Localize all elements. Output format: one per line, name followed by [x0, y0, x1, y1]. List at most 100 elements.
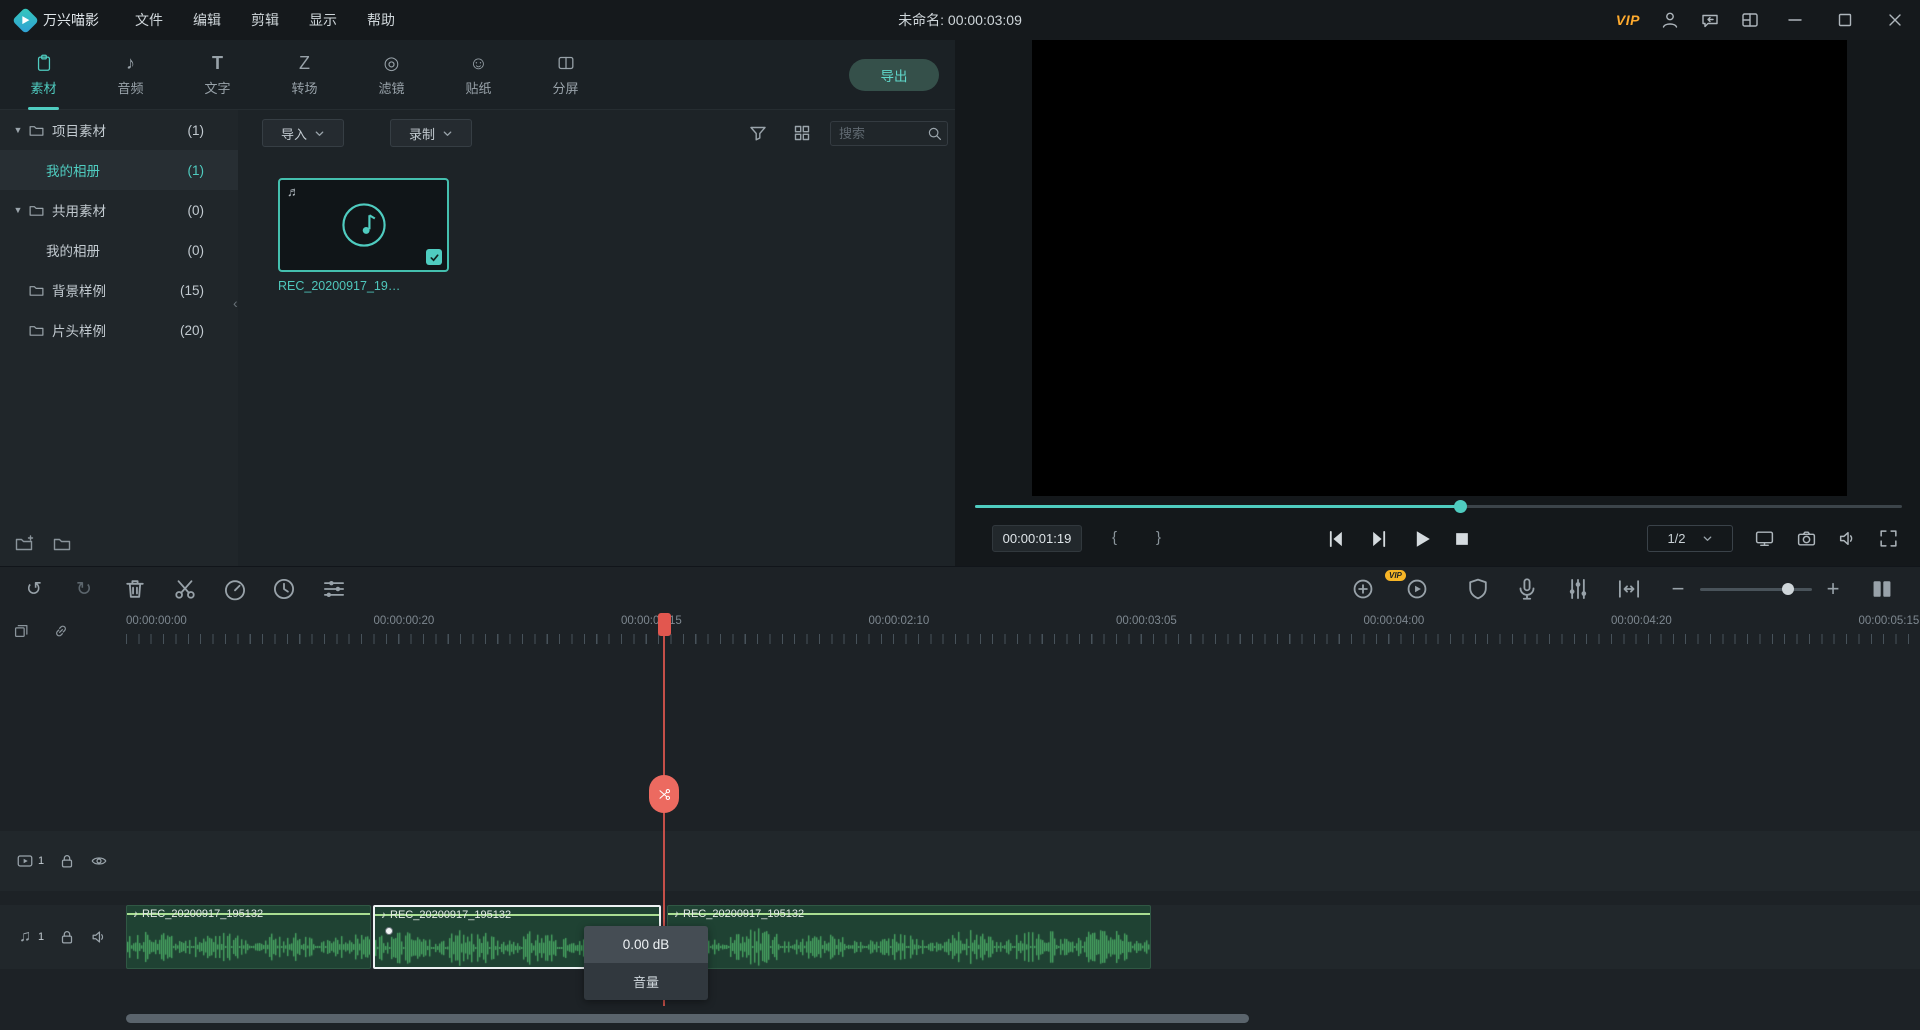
tab-素材[interactable]: 素材 [0, 40, 87, 110]
zoom-out-button[interactable]: − [1665, 576, 1691, 602]
eye-icon[interactable] [90, 852, 108, 870]
mark-out-button[interactable]: } [1156, 529, 1161, 546]
stop-button[interactable] [1449, 526, 1475, 552]
expander-icon[interactable]: ▼ [12, 205, 24, 215]
feedback-icon[interactable] [1700, 10, 1720, 30]
user-account-icon[interactable] [1660, 10, 1680, 30]
undo-button[interactable]: ↺ [21, 576, 47, 602]
new-folder-icon[interactable] [14, 534, 34, 554]
timeline-zoom-slider[interactable] [1700, 588, 1812, 591]
fit-timeline-button[interactable] [1616, 576, 1642, 602]
volume-keyframe-dot[interactable] [385, 927, 393, 935]
zoom-in-button[interactable]: + [1820, 576, 1846, 602]
display-device-icon[interactable] [1754, 528, 1775, 549]
menu-item-1[interactable]: 编辑 [193, 10, 221, 30]
mute-speaker-icon[interactable] [1837, 528, 1858, 549]
snapshot-icon[interactable] [1796, 528, 1817, 549]
audio-track: ♫ 1 ♪REC_20200917_195132♪REC_20200917_19… [0, 905, 1920, 969]
search-box [830, 121, 948, 146]
mark-in-button[interactable]: { [1112, 529, 1117, 546]
next-frame-button[interactable] [1366, 526, 1392, 552]
record-voiceover-button[interactable] [1514, 576, 1540, 602]
preview-seekbar[interactable] [975, 499, 1902, 513]
audio-mixer-button[interactable] [1565, 576, 1591, 602]
audio-file-icon: ♬ [287, 184, 300, 199]
playhead-handle[interactable] [658, 613, 671, 636]
expander-icon[interactable]: ▼ [12, 125, 24, 135]
import-label: 导入 [281, 124, 307, 143]
tab-label: 素材 [30, 78, 56, 97]
delete-button[interactable] [122, 576, 148, 602]
fullscreen-icon[interactable] [1878, 528, 1899, 549]
chevron-down-icon [1702, 533, 1713, 544]
folder-count: (1) [188, 163, 205, 178]
keyframe-play-button[interactable] [1404, 576, 1430, 602]
zoom-slider-knob[interactable] [1782, 583, 1794, 595]
preview-quality-value: 1/2 [1667, 531, 1685, 546]
close-button[interactable] [1880, 0, 1910, 40]
minimize-button[interactable] [1780, 0, 1810, 40]
lock-icon[interactable] [58, 928, 76, 946]
menu-item-2[interactable]: 剪辑 [251, 10, 279, 30]
adjust-button[interactable] [321, 576, 347, 602]
split-scissors-button[interactable] [172, 576, 198, 602]
media-item[interactable]: ♬ REC_20200917_19… [278, 178, 449, 293]
ruler-ticks [126, 634, 1920, 644]
grid-view-icon[interactable] [792, 123, 812, 143]
media-toolbar: 导入 录制 [238, 110, 955, 156]
tab-转场[interactable]: Z转场 [261, 40, 348, 110]
folder-icon[interactable] [52, 534, 72, 554]
vip-badge[interactable]: VIP [1616, 12, 1640, 28]
seek-knob[interactable] [1454, 500, 1467, 513]
menu-item-0[interactable]: 文件 [135, 10, 163, 30]
scissors-icon [657, 787, 672, 802]
sidebar-item-0[interactable]: ▼项目素材(1) [0, 110, 238, 150]
workspace-layout-icon[interactable] [1740, 10, 1760, 30]
speaker-icon[interactable] [90, 928, 108, 946]
timeline-ruler[interactable]: 00:00:00:0000:00:00:2000:00:01:1500:00:0… [0, 613, 1920, 645]
keyframe-button[interactable] [1350, 576, 1376, 602]
audio-clip-2[interactable]: ♪REC_20200917_195132 [667, 905, 1151, 969]
music-note-icon: ♪ [381, 910, 386, 921]
volume-label: 音量 [584, 963, 708, 1000]
sidebar-item-4[interactable]: 背景样例(15) [0, 270, 238, 310]
preview-quality-dropdown[interactable]: 1/2 [1647, 525, 1733, 552]
track-layout-toggle[interactable] [1869, 576, 1895, 602]
sidebar-item-1[interactable]: 我的相册(1) [0, 150, 238, 190]
sidebar-item-2[interactable]: ▼共用素材(0) [0, 190, 238, 230]
filter-icon[interactable] [748, 123, 768, 143]
maximize-button[interactable] [1830, 0, 1860, 40]
search-icon[interactable] [926, 125, 943, 142]
menu-item-3[interactable]: 显示 [309, 10, 337, 30]
tab-滤镜[interactable]: ◎滤镜 [348, 40, 435, 110]
redo-button[interactable]: ↻ [71, 576, 97, 602]
folder-icon [28, 282, 45, 299]
menu-item-4[interactable]: 帮助 [367, 10, 395, 30]
sidebar-item-3[interactable]: 我的相册 (0) [0, 230, 238, 270]
sidebar-item-5[interactable]: 片头样例(20) [0, 310, 238, 350]
timeline-horizontal-scrollbar[interactable] [126, 1014, 1249, 1023]
import-dropdown[interactable]: 导入 [262, 119, 344, 147]
folder-label: 我的相册 [46, 240, 100, 260]
app-brand: 万兴喵影 [0, 10, 99, 30]
audio-clip-0[interactable]: ♪REC_20200917_195132 [126, 905, 371, 969]
record-dropdown[interactable]: 录制 [390, 119, 472, 147]
tab-文字[interactable]: T文字 [174, 40, 261, 110]
speed-button[interactable] [222, 576, 248, 602]
folder-icon [28, 322, 45, 339]
export-button[interactable]: 导出 [849, 59, 939, 91]
tab-label: 文字 [204, 78, 230, 97]
playhead-split-button[interactable] [649, 775, 679, 813]
tab-贴纸[interactable]: ☺贴纸 [435, 40, 522, 110]
sidebar-collapse-handle[interactable]: ‹ [233, 295, 238, 311]
tab-分屏[interactable]: 分屏 [522, 40, 609, 110]
folder-count: (0) [188, 243, 205, 258]
timeline-panel: ↺ ↻ VIP − + 00:00:00:0000:00:00:2000:00:… [0, 566, 1920, 1030]
play-button[interactable] [1409, 526, 1435, 552]
record-label: 录制 [409, 124, 435, 143]
stabilize-shield-button[interactable] [1465, 576, 1491, 602]
duration-button[interactable] [271, 576, 297, 602]
tab-音频[interactable]: ♪音频 [87, 40, 174, 110]
lock-icon[interactable] [58, 852, 76, 870]
previous-frame-button[interactable] [1323, 526, 1349, 552]
